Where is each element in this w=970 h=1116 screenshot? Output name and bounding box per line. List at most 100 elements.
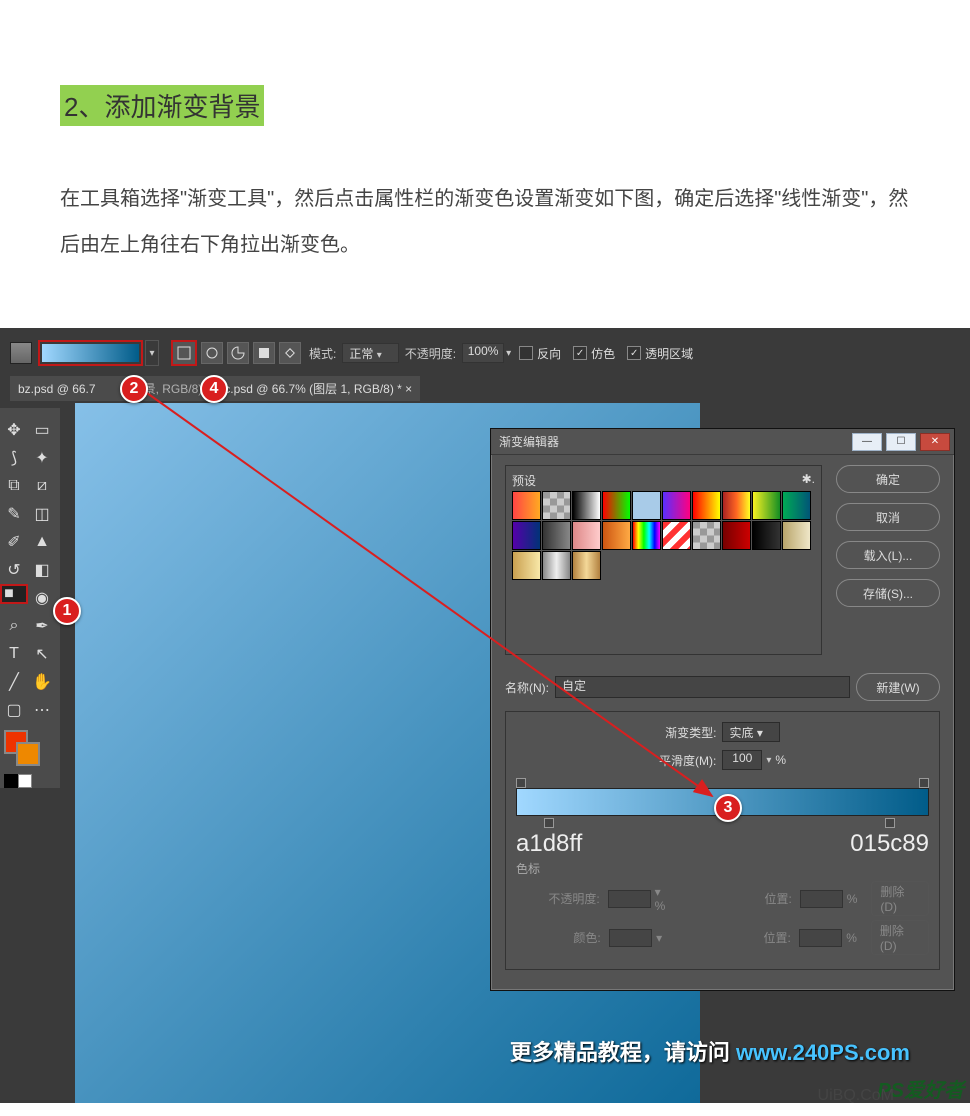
annotation-marker-2: 2	[120, 375, 148, 403]
stops-section-label: 色标	[516, 860, 929, 877]
gradient-dropdown[interactable]: ▾	[145, 340, 159, 366]
smooth-input[interactable]: 100	[722, 750, 762, 770]
preset-swatch[interactable]	[692, 491, 721, 520]
selection-tool[interactable]: ↖	[28, 640, 56, 668]
preset-swatch[interactable]	[512, 521, 541, 550]
blur-tool[interactable]: ◉	[28, 584, 56, 612]
preset-swatch[interactable]	[572, 521, 601, 550]
left-color-stop[interactable]: a1d8ff	[516, 818, 582, 858]
minimize-button[interactable]: —	[852, 433, 882, 451]
brush-tool[interactable]: ✐	[0, 528, 28, 556]
background-color[interactable]	[16, 742, 40, 766]
name-label: 名称(N):	[505, 679, 549, 696]
preset-swatch[interactable]	[722, 521, 751, 550]
preset-swatch[interactable]	[632, 521, 661, 550]
preset-swatch[interactable]	[542, 491, 571, 520]
dialog-title: 渐变编辑器	[499, 433, 852, 450]
eraser-tool[interactable]: ◧	[28, 556, 56, 584]
preset-swatch[interactable]	[782, 521, 811, 550]
radial-gradient-button[interactable]	[201, 342, 223, 364]
percent-label: %	[775, 753, 786, 767]
color-stop-swatch	[609, 929, 652, 947]
chevron-down-icon: ▾	[377, 350, 382, 361]
annotation-marker-1: 1	[53, 597, 81, 625]
gradient-edit-panel: 渐变类型: 实底 ▾ 平滑度(M): 100 ▾ % a1d8ff	[505, 711, 940, 970]
lasso-tool[interactable]: ⟆	[0, 444, 28, 472]
preset-swatch[interactable]	[662, 491, 691, 520]
preset-swatch[interactable]	[542, 551, 571, 580]
dither-checkbox[interactable]: ✓仿色	[573, 345, 615, 362]
color-swatches[interactable]	[0, 730, 60, 788]
preset-swatch[interactable]	[542, 521, 571, 550]
chevron-down-icon: ▾	[506, 348, 511, 359]
tab-bz[interactable]: bz.psd @ 66.7景, RGB/8)	[10, 376, 210, 401]
eyedropper-tool[interactable]: ✎	[0, 500, 28, 528]
ok-button[interactable]: 确定	[836, 465, 940, 493]
dialog-titlebar[interactable]: 渐变编辑器 — ☐ ✕	[491, 429, 954, 455]
stamp-tool[interactable]: ▲	[28, 528, 56, 556]
line-tool[interactable]: ╱	[0, 668, 28, 696]
load-button[interactable]: 载入(L)...	[836, 541, 940, 569]
tool-preset-icon[interactable]	[10, 342, 32, 364]
pen-tool[interactable]: ✒	[28, 612, 56, 640]
diamond-gradient-button[interactable]	[279, 342, 301, 364]
move-tool[interactable]: ✥	[0, 416, 28, 444]
linear-gradient-button[interactable]	[171, 340, 197, 366]
delete-stop-button-2: 删除(D)	[871, 920, 929, 955]
close-button[interactable]: ✕	[920, 433, 950, 451]
position-label-2: 位置:	[706, 929, 791, 946]
name-input[interactable]: 自定	[555, 676, 850, 698]
tab-jc[interactable]: jc.psd @ 66.7% (图层 1, RGB/8) * ×	[214, 376, 421, 401]
more-tool[interactable]: ⋯	[28, 696, 56, 724]
section-body: 在工具箱选择"渐变工具"，然后点击属性栏的渐变色设置渐变如下图，确定后选择"线性…	[60, 176, 910, 268]
preset-swatch[interactable]	[602, 521, 631, 550]
transparency-checkbox[interactable]: ✓透明区域	[627, 345, 693, 362]
opacity-stops[interactable]	[516, 778, 929, 788]
preset-swatch[interactable]	[722, 491, 751, 520]
mode-select[interactable]: 正常 ▾	[342, 343, 398, 363]
watermark-site: UiBQ.CoM	[818, 1087, 894, 1103]
preset-swatch[interactable]	[512, 491, 541, 520]
save-button[interactable]: 存储(S)...	[836, 579, 940, 607]
preset-swatch[interactable]	[512, 551, 541, 580]
left-stop-hex: a1d8ff	[516, 830, 582, 858]
color-stop-label: 颜色:	[516, 929, 601, 946]
slice-tool[interactable]: ⧄	[28, 472, 56, 500]
preset-swatch[interactable]	[632, 491, 661, 520]
presets-label: 预设	[512, 472, 815, 489]
history-brush-tool[interactable]: ↺	[0, 556, 28, 584]
tools-panel: ✥▭ ⟆✦ ⧉⧄ ✎◫ ✐▲ ↺◧ ■◉ ⌕✒ T↖ ╱✋ ▢⋯	[0, 408, 60, 788]
hand-tool[interactable]: ✋	[28, 668, 56, 696]
ruler-tool[interactable]: ◫	[28, 500, 56, 528]
rect-tool[interactable]: ▢	[0, 696, 28, 724]
gradient-picker[interactable]	[38, 340, 143, 366]
cancel-button[interactable]: 取消	[836, 503, 940, 531]
mode-label: 模式:	[309, 345, 336, 362]
preset-swatch[interactable]	[782, 491, 811, 520]
annotation-marker-4: 4	[200, 375, 228, 403]
preset-swatch[interactable]	[602, 491, 631, 520]
gear-icon[interactable]: ✱.	[802, 472, 815, 486]
crop-tool[interactable]: ⧉	[0, 472, 28, 500]
magic-wand-tool[interactable]: ✦	[28, 444, 56, 472]
angular-gradient-button[interactable]	[227, 342, 249, 364]
type-tool[interactable]: T	[0, 640, 28, 668]
right-color-stop[interactable]: 015c89	[850, 818, 929, 858]
preset-swatch[interactable]	[752, 491, 781, 520]
preset-swatch[interactable]	[662, 521, 691, 550]
opacity-stop-label: 不透明度:	[516, 890, 600, 907]
preset-swatch[interactable]	[572, 551, 601, 580]
preset-swatch[interactable]	[692, 521, 721, 550]
marquee-tool[interactable]: ▭	[28, 416, 56, 444]
zoom-tool[interactable]: ⌕	[0, 612, 28, 640]
preset-swatch[interactable]	[572, 491, 601, 520]
reflected-gradient-button[interactable]	[253, 342, 275, 364]
reverse-checkbox[interactable]: 反向	[519, 345, 561, 362]
new-button[interactable]: 新建(W)	[856, 673, 940, 701]
opacity-stop-input	[608, 890, 651, 908]
preset-swatch[interactable]	[752, 521, 781, 550]
opacity-input[interactable]: 100%	[462, 343, 504, 363]
gradient-tool[interactable]: ■	[0, 584, 28, 604]
type-select[interactable]: 实底 ▾	[722, 722, 779, 742]
maximize-button[interactable]: ☐	[886, 433, 916, 451]
